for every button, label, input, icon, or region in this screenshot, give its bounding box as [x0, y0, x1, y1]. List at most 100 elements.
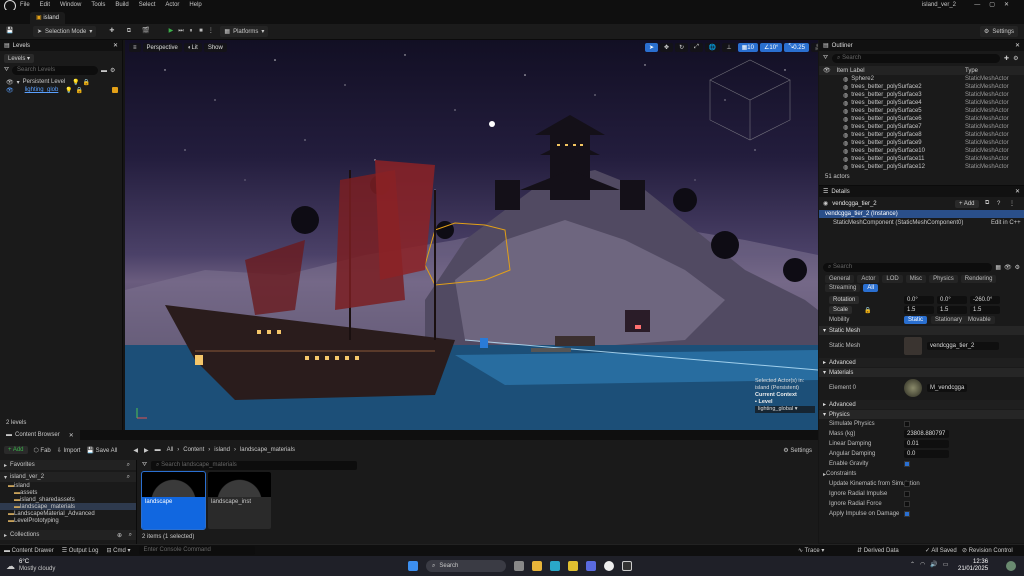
content-drawer-button[interactable]: ▬ Content Drawer: [4, 548, 54, 554]
tab-streaming[interactable]: Streaming: [825, 284, 861, 292]
save-icon[interactable]: 💾: [6, 28, 13, 35]
gear-icon[interactable]: ⚙: [110, 67, 115, 74]
select-tool-icon[interactable]: ➤: [645, 43, 659, 52]
chevron-up-icon[interactable]: ⌃: [910, 561, 915, 568]
windows-start-icon[interactable]: [408, 561, 418, 571]
tab-content-browser[interactable]: ▬ Content Browser ✕: [0, 430, 80, 440]
tree-item[interactable]: ▬ LevelPrototyping: [0, 517, 136, 524]
settings-button[interactable]: ⚙ Settings: [783, 447, 812, 454]
folder-icon[interactable]: ▬: [101, 68, 107, 74]
tab-lod[interactable]: LOD: [882, 275, 903, 283]
level-viewport[interactable]: ≡ Perspective ◐ Lit Show ➤ ✥ ↻ ⤢ 🌐 ⊥ ▦ 1…: [125, 40, 818, 430]
wifi-icon[interactable]: ◠: [920, 561, 925, 568]
notification-icon[interactable]: [1006, 561, 1016, 571]
console-input[interactable]: Enter Console Command: [138, 546, 255, 555]
component-row[interactable]: StaticMeshComponent (StaticMeshComponent…: [819, 218, 1024, 227]
tab-general[interactable]: General: [825, 275, 855, 283]
output-log-button[interactable]: ☰ Output Log: [62, 547, 99, 554]
instance-row[interactable]: vendcgga_tier_2 (Instance): [819, 210, 1024, 218]
tree-item-selected[interactable]: ▬ landscape_materials: [0, 503, 136, 510]
add-button[interactable]: + Add: [4, 446, 28, 454]
advanced-toggle[interactable]: ▸ Advanced: [819, 358, 1024, 367]
forward-icon[interactable]: ▶: [144, 447, 149, 454]
tab-rendering[interactable]: Rendering: [960, 275, 997, 283]
more-icon[interactable]: ⋮: [1009, 200, 1015, 207]
rotation-y-field[interactable]: 0.0°: [937, 296, 967, 304]
static-mesh-picker[interactable]: vendcgga_tier_2: [927, 342, 999, 350]
taskbar-search[interactable]: ⌕ Search: [426, 560, 506, 572]
scene-render[interactable]: [125, 40, 818, 430]
eye-icon[interactable]: 👁: [6, 87, 14, 94]
menu-edit[interactable]: Edit: [40, 2, 50, 8]
lightbulb-icon[interactable]: 💡: [65, 87, 72, 94]
scale-snap-button[interactable]: ⤡ 0.25: [784, 43, 809, 52]
settings-button[interactable]: ⚙ Settings: [979, 26, 1018, 37]
fab-button[interactable]: ⬡ Fab: [34, 447, 51, 454]
table-row[interactable]: ◍ trees_better_polySurface5 StaticMeshActo…: [819, 107, 1024, 115]
lightbulb-icon[interactable]: 💡: [72, 79, 79, 86]
rotation-snap-button[interactable]: ∠ 10°: [759, 43, 783, 52]
clock[interactable]: 12:36 21/01/2025: [958, 559, 988, 573]
show-button[interactable]: Show: [203, 43, 227, 52]
menu-actor[interactable]: Actor: [165, 2, 179, 8]
move-tool-icon[interactable]: ✥: [660, 43, 674, 52]
property-checkbox[interactable]: [904, 501, 910, 507]
favorites-header[interactable]: ▸ Favorites ⌕: [0, 460, 136, 470]
scale-x-field[interactable]: 1.5: [904, 306, 934, 314]
lit-button[interactable]: ◐ Lit: [183, 43, 202, 52]
physics-section[interactable]: ▾ Physics: [819, 410, 1024, 419]
battery-icon[interactable]: ▭: [943, 561, 949, 568]
weather-widget[interactable]: ☁ 6°C Mostly cloudy: [6, 559, 55, 573]
scale-tool-icon[interactable]: ⤢: [690, 43, 703, 52]
eye-icon[interactable]: 👁: [6, 79, 14, 86]
cmd-button[interactable]: ⊟ Cmd ▾: [106, 547, 130, 554]
more-options-icon[interactable]: ⋮: [207, 28, 214, 35]
volume-icon[interactable]: 🔊: [930, 561, 937, 568]
menu-select[interactable]: Select: [139, 2, 156, 8]
tab-island[interactable]: ▣ island: [30, 12, 66, 24]
revision-control-button[interactable]: ⊘ Revision Control: [962, 547, 1013, 554]
property-checkbox[interactable]: [904, 511, 910, 517]
search-icon[interactable]: ⌕: [127, 474, 130, 481]
world-space-icon[interactable]: 🌐: [704, 43, 721, 52]
search-icon[interactable]: ⌕: [127, 462, 130, 469]
table-row[interactable]: ◍ trees_better_polySurface10 StaticMeshAct…: [819, 147, 1024, 155]
help-icon[interactable]: ?: [997, 201, 1000, 207]
close-icon[interactable]: ✕: [113, 42, 118, 49]
save-all-button[interactable]: 💾 Save All: [86, 447, 117, 454]
stop-icon[interactable]: ■: [197, 28, 204, 35]
blueprint-icon[interactable]: ⧉: [125, 28, 132, 35]
tab-all[interactable]: All: [863, 284, 879, 292]
tree-item[interactable]: ▬ island_sharedassets: [0, 496, 136, 503]
lock-icon[interactable]: 🔒: [864, 307, 871, 314]
property-checkbox[interactable]: [904, 481, 910, 487]
gear-icon[interactable]: ⚙: [1015, 264, 1020, 271]
rotate-tool-icon[interactable]: ↻: [675, 43, 689, 52]
import-button[interactable]: ⇩ Import: [57, 447, 81, 454]
derived-data-button[interactable]: ⇵ Derived Data: [857, 547, 899, 554]
rotation-z-field[interactable]: -260.0°: [970, 296, 1000, 304]
surface-snap-icon[interactable]: ⊥: [722, 43, 736, 52]
tree-item[interactable]: ▬ assets: [0, 489, 136, 496]
perspective-button[interactable]: Perspective: [142, 43, 182, 52]
property-value-field[interactable]: 0.0: [904, 450, 949, 458]
tab-physics[interactable]: Physics: [929, 275, 958, 283]
outliner-search-input[interactable]: ⌕ Search: [832, 54, 1001, 63]
viewport-menu-button[interactable]: ≡: [129, 43, 141, 52]
add-icon[interactable]: ✚: [1004, 55, 1009, 62]
table-row[interactable]: ◍ trees_better_polySurface6 StaticMeshActo…: [819, 115, 1024, 123]
mobility-movable-button[interactable]: Movable: [964, 316, 995, 324]
table-row[interactable]: ◍ trees_better_polySurface8 StaticMeshActo…: [819, 131, 1024, 139]
lock-icon[interactable]: 🔒: [76, 87, 83, 94]
epic-launcher-icon[interactable]: [622, 561, 632, 571]
unreal-engine-icon[interactable]: [604, 561, 614, 571]
material-thumbnail[interactable]: [904, 379, 922, 397]
static-mesh-section[interactable]: ▾ Static Mesh: [819, 326, 1024, 335]
table-row[interactable]: ◍ trees_better_polySurface3 StaticMeshActo…: [819, 91, 1024, 99]
mobility-stationary-button[interactable]: Stationary: [931, 316, 967, 324]
table-row[interactable]: ◍ Sphere2 StaticMeshActor: [819, 75, 1024, 83]
property-value-field[interactable]: 23808.880797: [904, 430, 949, 438]
eye-icon[interactable]: 👁: [823, 67, 831, 74]
expand-icon[interactable]: ▾: [17, 79, 20, 86]
menu-window[interactable]: Window: [60, 2, 81, 8]
